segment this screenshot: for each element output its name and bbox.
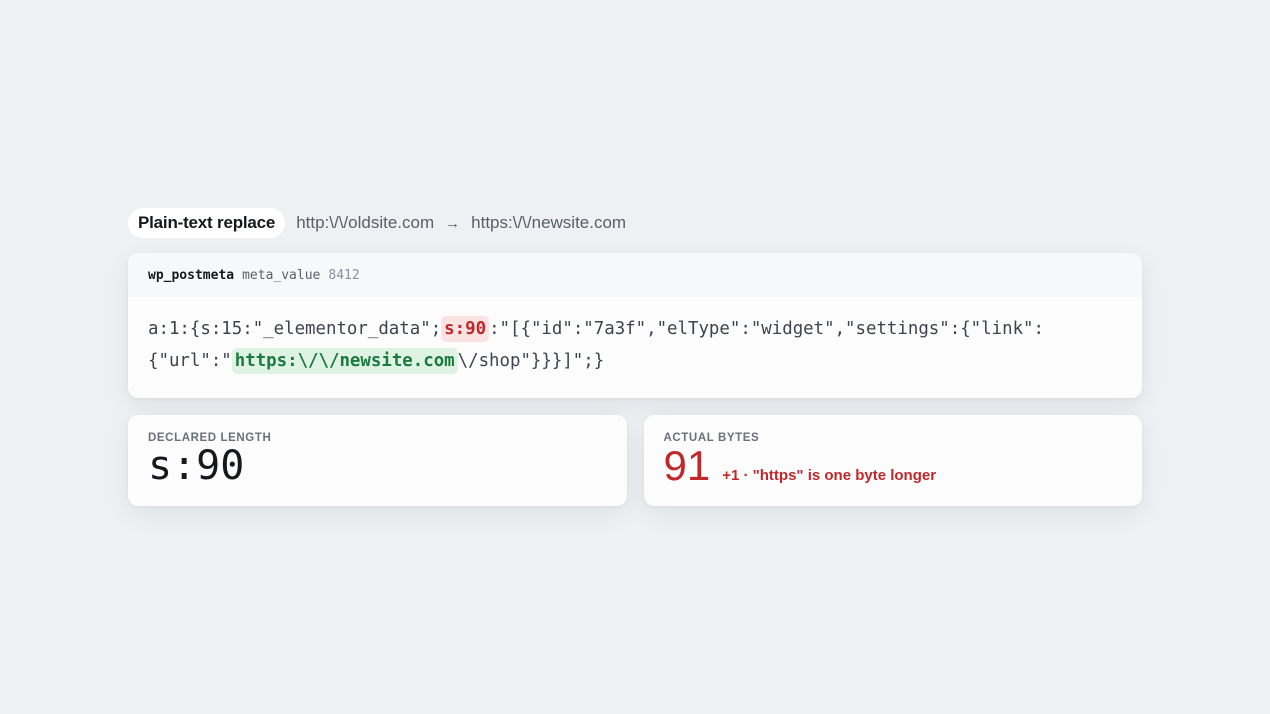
declared-length-value: s:90 [148, 443, 245, 489]
serialized-value-card: wp_postmeta meta_value 8412 a:1:{s:15:"_… [128, 253, 1142, 398]
code-line-2: {"url":" https:\/\/newsite.com \/shop"}}}]… [148, 345, 1122, 377]
row-id: 8412 [328, 267, 360, 283]
code-prefix: a:1:{s:15:"_elementor_data"; [148, 319, 442, 339]
serialized-code: a:1:{s:15:"_elementor_data"; s:90:"[{"id"… [128, 297, 1142, 398]
code-line-1: a:1:{s:15:"_elementor_data"; s:90:"[{"id"… [148, 313, 1122, 345]
actual-bytes-card: Actual bytes 91 +1 · "https" is one byte… [643, 415, 1142, 506]
replaced-url-highlight: https:\/\/newsite.com [231, 348, 458, 374]
code-prefix: {"url":" [148, 351, 232, 371]
code-suffix: :"[{"id":"7a3f","elType":"widget","setti… [489, 319, 1044, 339]
replace-header: Plain-text replace http:\/\/oldsite.com … [128, 208, 1142, 238]
declared-length-highlight: s:90 [441, 316, 490, 342]
actual-bytes-value: 91 [663, 442, 711, 489]
actual-bytes-label: Actual bytes [663, 432, 760, 444]
record-header: wp_postmeta meta_value 8412 [128, 253, 1142, 297]
table-name: wp_postmeta [148, 267, 235, 283]
column-name: meta_value [242, 267, 321, 283]
from-url: http:\/\/oldsite.com [296, 213, 435, 232]
arrow-right-icon: → [445, 214, 461, 232]
declared-length-card: Declared length s:90 [128, 415, 627, 506]
code-suffix: \/shop"}}}]";} [457, 351, 605, 371]
length-comparison: Declared length s:90 Actual bytes 91 +1 … [128, 415, 1142, 506]
byte-difference-note: +1 · "https" is one byte longer [722, 467, 937, 484]
replace-panel: Plain-text replace http:\/\/oldsite.com … [128, 208, 1142, 506]
mode-badge: Plain-text replace [128, 208, 286, 238]
to-url: https:\/\/newsite.com [471, 213, 627, 232]
